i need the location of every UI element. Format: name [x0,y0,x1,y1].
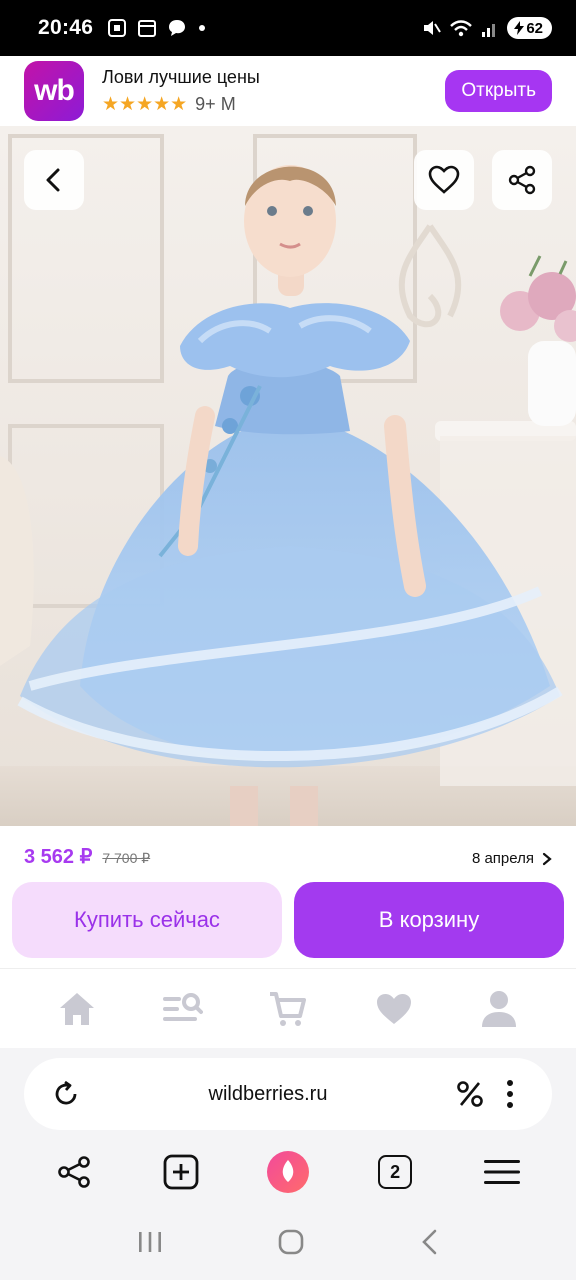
status-time: 20:46 [38,16,94,39]
notification-icons [107,18,207,38]
browser-hamburger-button[interactable] [474,1144,530,1200]
purchase-panel: 3 562 ₽ 7 700 ₽ 8 апреля Купить сейчас В… [0,826,576,968]
dot-icon [199,25,206,31]
old-price: 7 700 ₽ [102,850,151,866]
home-button[interactable] [277,1228,305,1261]
recent-apps-icon [139,1231,161,1252]
url-text[interactable]: wildberries.ru [86,1083,450,1106]
new-tab-button[interactable] [153,1144,209,1200]
chat-icon [169,20,186,36]
downloads-count: 9+ M [195,93,236,114]
signal-icon [482,24,496,37]
app-info: Лови лучшие цены ★★★★★ 9+ M [102,67,260,116]
favorite-button[interactable] [414,150,474,210]
nav-home[interactable] [47,979,107,1039]
calendar-icon [138,20,157,37]
plus-square-icon [163,1154,199,1190]
nav-profile[interactable] [469,979,529,1039]
app-title: Лови лучшие цены [102,66,260,87]
browser-menu-button[interactable] [490,1074,530,1114]
browser-share-button[interactable] [46,1144,102,1200]
tabs-count: 2 [390,1161,401,1182]
chevron-left-icon [46,168,60,192]
address-bar[interactable]: wildberries.ru [24,1058,552,1130]
catalog-search-icon [163,992,204,1021]
open-app-button[interactable]: Открыть [445,70,552,112]
share-icon [508,165,536,195]
site-bottom-nav [0,968,576,1048]
add-to-cart-button[interactable]: В корзину [294,882,564,958]
more-vertical-icon [507,1080,513,1108]
wb-logo: wb [24,61,84,121]
browser-toolbar: 2 [0,1144,576,1200]
wifi-icon [450,20,473,37]
nav-cart[interactable] [258,979,318,1039]
nav-favorites[interactable] [364,979,424,1039]
share-icon [57,1156,90,1188]
home-circle-icon [278,1229,304,1254]
cart-icon [269,991,306,1026]
delivery-date[interactable]: 8 апреля [472,850,552,867]
delivery-date-label: 8 апреля [471,850,534,867]
back-chevron-icon [422,1229,437,1254]
battery-indicator: 62 [507,17,552,39]
screenshot-icon [108,19,127,37]
product-image[interactable] [0,126,576,826]
reload-button[interactable] [46,1074,86,1114]
heart-outline-icon [428,165,460,194]
system-status: 62 [421,17,552,39]
mute-icon [424,21,442,35]
chevron-right-icon [542,852,552,865]
app-rating: ★★★★★ 9+ M [102,93,260,116]
buy-now-button[interactable]: Купить сейчас [12,882,282,958]
current-price: 3 562 ₽ [24,846,93,868]
back-button[interactable] [24,150,84,210]
percent-icon [457,1081,483,1107]
system-back-button[interactable] [419,1228,439,1261]
alice-icon [266,1151,309,1193]
tabs-button[interactable]: 2 [367,1144,423,1200]
battery-level: 62 [526,19,543,37]
share-button[interactable] [492,150,552,210]
tabs-count-icon: 2 [378,1155,413,1189]
price-row: 3 562 ₽ 7 700 ₽ 8 апреля [24,844,552,869]
app-install-banner: wb Лови лучшие цены ★★★★★ 9+ M Открыть [0,56,576,126]
home-icon [59,992,94,1025]
charging-icon [514,21,525,35]
status-bar: 20:46 62 [0,0,576,56]
discount-button[interactable] [450,1074,490,1114]
heart-icon [376,993,411,1024]
product-photo [0,126,576,826]
hamburger-icon [484,1160,521,1184]
alice-button[interactable] [260,1144,316,1200]
recent-apps-button[interactable] [137,1230,163,1259]
system-nav-bar [0,1208,576,1280]
reload-icon [55,1080,77,1105]
browser-chrome: wildberries.ru 2 [0,1048,576,1208]
screen: 20:46 62 wb Лови лучшие цены ★★★★★ 9+ M [0,0,576,1280]
nav-catalog[interactable] [152,979,212,1039]
profile-icon [482,990,517,1027]
rating-stars: ★★★★★ [102,93,188,115]
